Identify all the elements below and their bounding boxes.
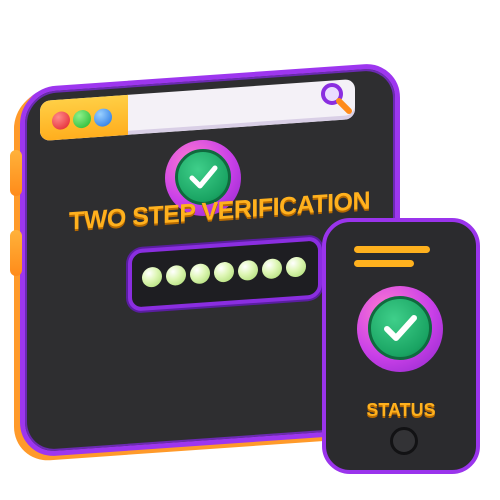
phone-header-line xyxy=(354,260,414,267)
code-digit-dot xyxy=(238,259,258,282)
magnifier-icon[interactable] xyxy=(318,80,352,114)
code-digit-dot xyxy=(190,263,210,285)
code-digit-dot xyxy=(166,264,186,287)
code-digit-dot xyxy=(214,261,234,283)
code-digit-dot xyxy=(286,256,306,278)
status-label: STATUS xyxy=(366,400,436,420)
side-tab-lower xyxy=(10,230,22,276)
phone-header-line xyxy=(354,246,430,253)
phone: STATUS xyxy=(322,218,480,474)
code-digit-dot xyxy=(142,266,162,288)
code-digit-dot xyxy=(262,258,282,280)
red-dot-icon[interactable] xyxy=(52,110,70,131)
home-button[interactable] xyxy=(390,427,418,455)
blue-dot-icon[interactable] xyxy=(94,107,112,128)
checkmark-icon xyxy=(368,296,432,360)
status-check-badge xyxy=(357,286,443,372)
side-tab-upper xyxy=(10,150,22,196)
window-controls xyxy=(40,94,128,142)
green-dot-icon[interactable] xyxy=(73,109,91,129)
